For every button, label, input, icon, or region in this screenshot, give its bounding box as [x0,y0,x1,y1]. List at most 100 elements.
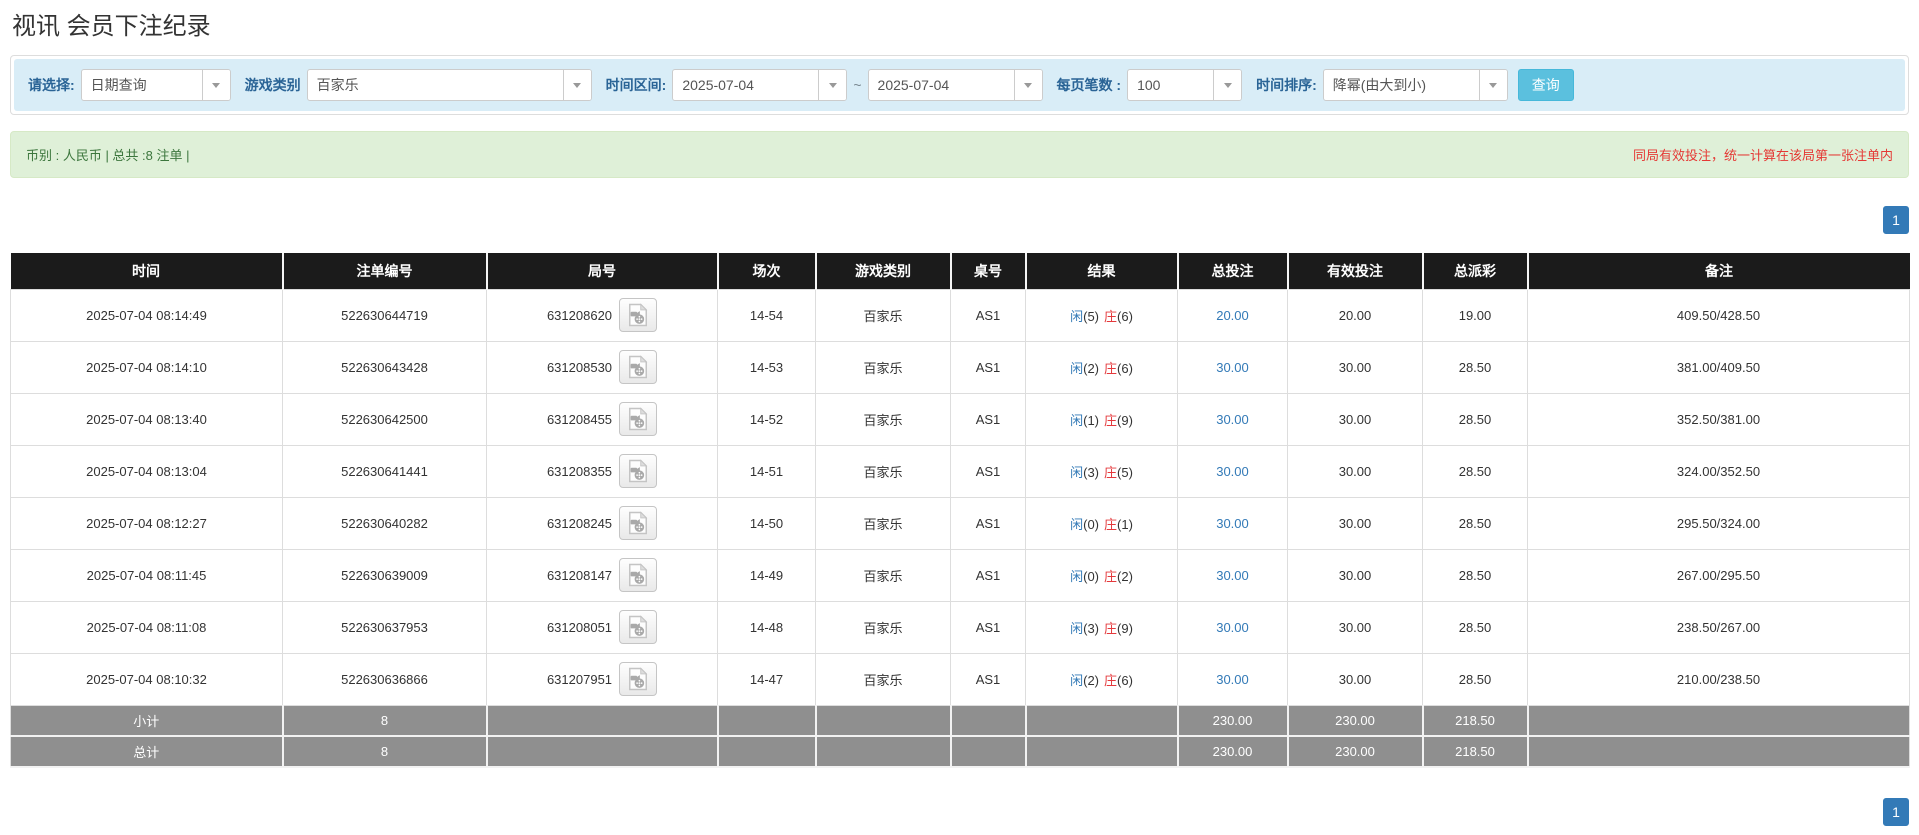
currency-total-text: 币别 : 人民币 | 总共 :8 注单 | [26,148,190,163]
total-bet-link[interactable]: 20.00 [1216,308,1249,323]
video-file-icon [627,615,649,639]
video-file-icon [627,459,649,483]
round-number: 631208455 [546,411,613,427]
banker-result: 庄 [1104,620,1118,636]
total-bet-link[interactable]: 30.00 [1216,568,1249,583]
total-bet-link[interactable]: 30.00 [1216,672,1249,687]
video-replay-button[interactable] [619,402,658,436]
page-1-button[interactable]: 1 [1883,206,1909,234]
table-row: 2025-07-04 08:14:49 522630644719 6312086… [10,288,1910,342]
total-bet-link[interactable]: 30.00 [1216,464,1249,479]
date-to-select[interactable]: 2025-07-04 [867,69,1043,101]
cell-remark: 238.50/267.00 [1527,600,1910,654]
cell-payout: 28.50 [1422,548,1528,602]
cell-total-bet: 30.00 [1177,600,1288,654]
page-title: 视讯 会员下注纪录 [12,13,211,40]
table-row: 2025-07-04 08:10:32 522630636866 6312079… [10,652,1910,706]
cell-remark: 267.00/295.50 [1527,548,1910,602]
video-replay-button[interactable] [619,350,658,384]
cell-result: 闲(0) 庄(2) [1025,548,1178,602]
video-replay-button[interactable] [619,558,658,592]
video-file-icon [627,355,649,379]
chevron-down-icon[interactable] [818,70,847,100]
query-mode-select[interactable]: 日期查询 [80,69,231,101]
cell-time: 2025-07-04 08:11:45 [10,548,283,602]
total-bet-link[interactable]: 30.00 [1216,620,1249,635]
header-round: 局号 [486,253,719,289]
cell-valid-bet: 30.00 [1287,496,1423,550]
round-number: 631208147 [546,567,613,583]
cell-table: AS1 [950,392,1026,446]
video-replay-button[interactable] [619,506,658,540]
subtotal-row: 小计 8 230.00 230.00 218.50 [10,704,1910,737]
cell-valid-bet: 30.00 [1287,548,1423,602]
table-row: 2025-07-04 08:13:40 522630642500 6312084… [10,392,1910,446]
round-number: 631208530 [546,359,613,375]
header-game-type: 游戏类别 [815,253,952,289]
video-replay-button[interactable] [619,662,658,696]
page-1-button[interactable]: 1 [1883,798,1909,826]
page-size-select[interactable]: 100 [1127,69,1243,101]
chevron-down-icon[interactable] [1478,70,1507,100]
cell-total-bet: 20.00 [1177,288,1288,342]
banker-result: 庄 [1104,568,1118,584]
cell-game-type: 百家乐 [815,600,951,654]
chevron-down-icon[interactable] [201,70,230,100]
table-row: 2025-07-04 08:13:04 522630641441 6312083… [10,444,1910,498]
header-session: 场次 [717,253,817,289]
cell-time: 2025-07-04 08:13:40 [10,392,283,446]
chevron-down-icon[interactable] [1013,70,1042,100]
query-mode-value: 日期查询 [90,77,147,93]
cell-table: AS1 [950,288,1026,342]
table-row: 2025-07-04 08:12:27 522630640282 6312082… [10,496,1910,550]
cell-session: 14-48 [717,600,816,654]
cell-session: 14-49 [717,548,816,602]
same-round-notice-text: 同局有效投注，统一计算在该局第一张注单内 [1632,148,1893,163]
chevron-down-icon[interactable] [562,70,591,100]
time-sort-label: 时间排序: [1256,77,1317,93]
date-from-select[interactable]: 2025-07-04 [672,69,848,101]
cell-table: AS1 [950,340,1026,394]
table-row: 2025-07-04 08:11:45 522630639009 6312081… [10,548,1910,602]
cell-bet-id: 522630637953 [282,600,487,654]
chevron-down-icon[interactable] [1213,70,1242,100]
video-replay-button[interactable] [619,454,658,488]
total-total-bet: 230.00 [1177,735,1289,768]
banker-result: 庄 [1104,672,1118,688]
cell-table: AS1 [950,652,1026,706]
cell-game-type: 百家乐 [815,392,951,446]
total-bet-link[interactable]: 30.00 [1216,360,1249,375]
total-bet-link[interactable]: 30.00 [1216,412,1249,427]
game-type-select[interactable]: 百家乐 [306,69,592,101]
cell-time: 2025-07-04 08:10:32 [10,652,283,706]
time-sort-select[interactable]: 降幂(由大到小) [1322,69,1508,101]
banker-result: 庄 [1104,308,1118,324]
cell-table: AS1 [950,496,1026,550]
banker-result: 庄 [1104,360,1118,376]
cell-payout: 28.50 [1422,600,1528,654]
cell-time: 2025-07-04 08:12:27 [10,496,283,550]
video-replay-button[interactable] [619,298,658,332]
cell-total-bet: 30.00 [1177,340,1288,394]
cell-session: 14-51 [717,444,816,498]
header-valid-bet: 有效投注 [1287,253,1424,289]
video-file-icon [627,303,649,327]
video-replay-button[interactable] [619,610,658,644]
search-button[interactable]: 查询 [1517,69,1574,101]
cell-result: 闲(2) 庄(6) [1025,652,1178,706]
filter-bar: 请选择: 日期查询 游戏类别 百家乐 时间区间: 2025-07-04 ~ 20… [14,59,1905,111]
total-row: 总计 8 230.00 230.00 218.50 [10,735,1910,768]
round-number: 631208620 [546,307,613,323]
player-result: 闲 [1070,308,1084,324]
bet-records-table: 时间 注单编号 局号 场次 游戏类别 桌号 结果 总投注 有效投注 总派彩 备注… [10,253,1910,768]
round-number: 631208245 [546,515,613,531]
member-bet-records-page: 视讯 会员下注纪录 请选择: 日期查询 游戏类别 百家乐 时间区间: 2025-… [0,0,1919,826]
total-bet-link[interactable]: 30.00 [1216,516,1249,531]
total-count: 8 [282,735,488,768]
cell-bet-id: 522630642500 [282,392,487,446]
table-row: 2025-07-04 08:11:08 522630637953 6312080… [10,600,1910,654]
time-sort-value: 降幂(由大到小) [1332,77,1427,93]
subtotal-total-bet: 230.00 [1177,704,1289,737]
round-number: 631207951 [546,671,613,687]
cell-valid-bet: 30.00 [1287,600,1423,654]
